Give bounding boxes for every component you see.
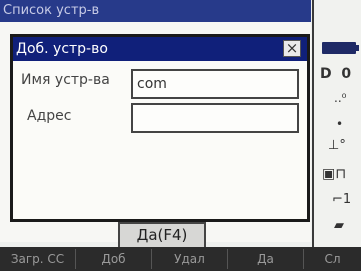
device-screen: Список устр-в D 0 ..⁰ • ⊥° ▣⊓ ⌐1 ▰ Доб. …: [0, 0, 361, 271]
ok-button[interactable]: Да(F4): [118, 222, 206, 249]
fkey-1[interactable]: Загр. СС: [0, 249, 76, 269]
memory-card-icon: ⌐1: [332, 192, 352, 207]
address-field[interactable]: [131, 103, 299, 133]
keyboard-icon: ▰: [334, 218, 344, 233]
tilt-icon: ▣⊓: [322, 166, 347, 182]
device-name-label: Имя устр-ва: [21, 72, 110, 88]
function-key-bar: Загр. СС Доб Удал Да Сл: [0, 247, 361, 271]
device-name-field[interactable]: com: [131, 69, 299, 99]
battery-icon: [322, 42, 359, 54]
fkey-3[interactable]: Удал: [152, 249, 228, 269]
dialog-title: Доб. устр-во: [13, 37, 307, 61]
status-sidebar: D 0 ..⁰ • ⊥° ▣⊓ ⌐1 ▰: [312, 0, 361, 247]
address-label: Адрес: [27, 108, 72, 124]
close-icon[interactable]: ×: [283, 40, 301, 57]
device-list-title: Список устр-в: [0, 0, 311, 22]
memory-icon: D 0: [320, 66, 352, 82]
dot-icon: •: [336, 117, 344, 131]
add-device-dialog: Доб. устр-во × Имя устр-ва com Адрес: [10, 34, 310, 222]
prism-icon: ⊥°: [328, 138, 346, 153]
fkey-5[interactable]: Сл: [304, 249, 361, 269]
signal-icon: ..⁰: [334, 91, 347, 105]
fkey-4[interactable]: Да: [228, 249, 304, 269]
fkey-2[interactable]: Доб: [76, 249, 152, 269]
